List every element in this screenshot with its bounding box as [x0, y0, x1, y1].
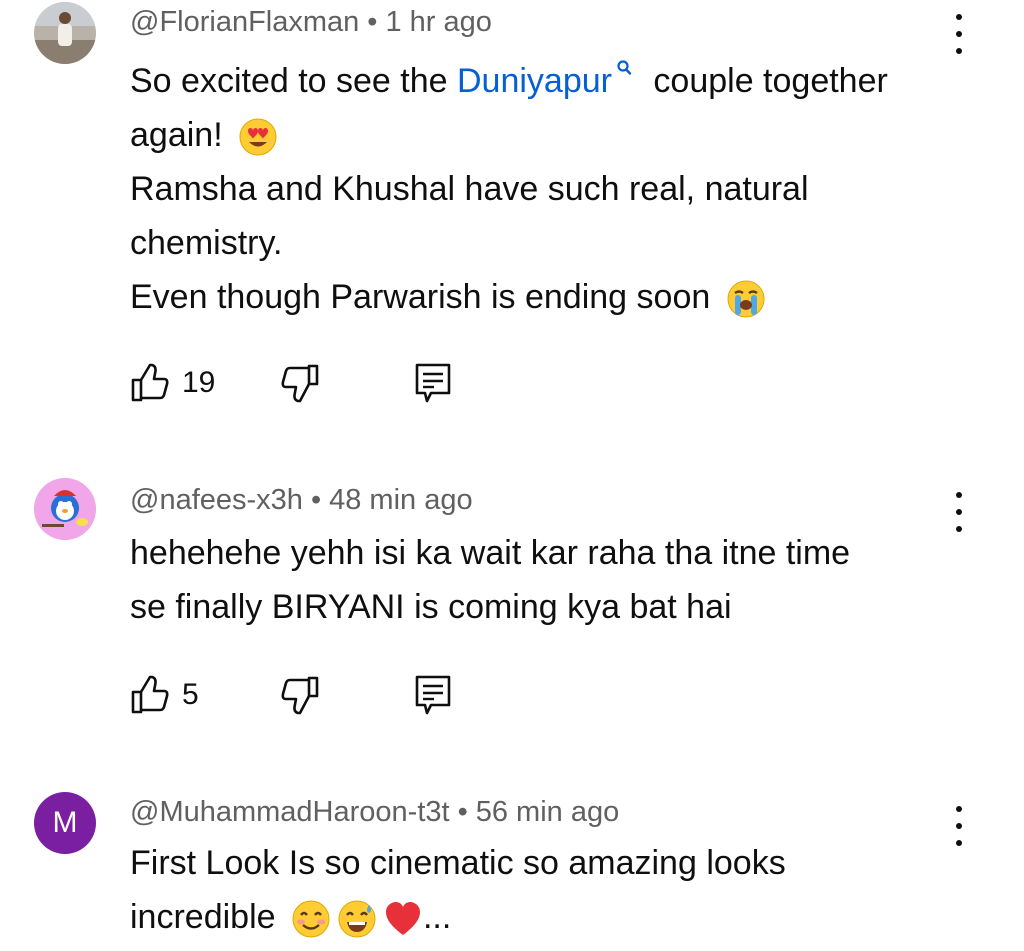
reply-icon[interactable] [414, 674, 452, 716]
more-vert-icon[interactable] [946, 14, 972, 54]
author-name[interactable]: @FlorianFlaxman [130, 6, 359, 38]
smiling-emoji-icon [292, 900, 330, 938]
comment-time[interactable]: 56 min ago [476, 796, 620, 828]
author-name[interactable]: @MuhammadHaroon-t3t [130, 796, 450, 828]
text-line: se finally BIRYANI is coming kya bat hai [130, 588, 732, 626]
avatar-muhammad[interactable]: M [34, 792, 96, 854]
like-count: 19 [182, 366, 216, 399]
sweat-smile-emoji-icon [338, 900, 376, 938]
comment-time[interactable]: 48 min ago [329, 484, 473, 516]
thumbs-down-icon[interactable] [278, 674, 320, 716]
avatar-letter: M [52, 806, 78, 839]
text-line: incredible [130, 898, 276, 936]
text-segment: couple together [643, 62, 888, 100]
text-segment: So excited to see the [130, 62, 457, 100]
ellipsis: ... [422, 898, 452, 936]
text-line: hehehehe yehh isi ka wait kar raha tha i… [130, 534, 851, 572]
comment-text: hehehehe yehh isi ka wait kar raha tha i… [130, 526, 970, 634]
author-name[interactable]: @nafees-x3h [130, 484, 303, 516]
comment-text: First Look Is so cinematic so amazing lo… [130, 836, 970, 944]
text-line: Even though Parwarish is ending soon [130, 278, 711, 316]
thumbs-down-icon[interactable] [278, 362, 320, 404]
comment-meta: @FlorianFlaxman • 1 hr ago [130, 6, 492, 39]
search-link-icon[interactable] [616, 60, 632, 78]
thumbs-up-icon[interactable] [130, 674, 170, 716]
text-line: chemistry. [130, 224, 283, 262]
search-link[interactable]: Duniyapur [457, 62, 612, 100]
like-count: 5 [182, 678, 199, 711]
red-heart-emoji-icon [385, 902, 420, 936]
heart-eyes-emoji-icon [239, 118, 277, 156]
loudly-crying-emoji-icon [727, 280, 765, 318]
separator-dot: • [367, 6, 378, 38]
comment-meta: @nafees-x3h • 48 min ago [130, 484, 473, 517]
text-line: again! [130, 116, 223, 154]
separator-dot: • [310, 484, 322, 516]
text-line: First Look Is so cinematic so amazing lo… [130, 844, 786, 882]
avatar-nafees[interactable] [34, 478, 96, 540]
comment-text: So excited to see the Duniyapur couple t… [130, 54, 970, 324]
thumbs-up-icon[interactable] [130, 362, 170, 404]
reply-icon[interactable] [414, 362, 452, 404]
comment-meta: @MuhammadHaroon-t3t • 56 min ago [130, 796, 619, 829]
text-line: Ramsha and Khushal have such real, natur… [130, 170, 809, 208]
comment-time[interactable]: 1 hr ago [385, 6, 491, 38]
avatar-florian[interactable] [34, 2, 96, 64]
separator-dot: • [457, 796, 468, 828]
